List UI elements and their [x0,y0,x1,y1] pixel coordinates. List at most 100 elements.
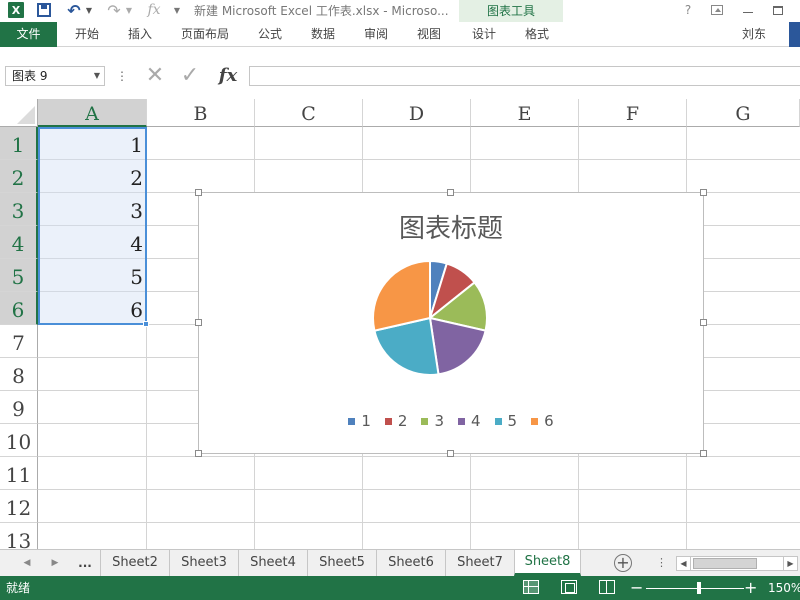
legend-item-2[interactable]: 2 [384,412,407,430]
redo-icon[interactable]: ↷ [106,0,122,20]
zoom-level[interactable]: 150% [768,576,800,600]
tab-view[interactable]: 视图 [404,22,454,47]
help-icon[interactable]: ? [680,0,696,20]
row-header-3[interactable]: 3 [0,193,38,226]
sheet-tab-sheet4[interactable]: Sheet4 [238,550,307,576]
column-header-b[interactable]: B [147,99,255,127]
minimize-icon[interactable] [740,0,756,20]
column-header-c[interactable]: C [255,99,363,127]
row-header-11[interactable]: 11 [0,457,38,490]
legend-item-1[interactable]: 1 [348,412,371,430]
sheet-tab-sheet3[interactable]: Sheet3 [169,550,238,576]
row-header-9[interactable]: 9 [0,391,38,424]
tab-home[interactable]: 开始 [62,22,112,47]
cell-a4[interactable]: 4 [39,226,143,259]
zoom-slider-thumb[interactable] [697,582,701,594]
column-header-f[interactable]: F [579,99,687,127]
avatar[interactable] [789,22,800,47]
confirm-entry-icon[interactable]: ✓ [175,64,205,88]
tab-insert[interactable]: 插入 [115,22,165,47]
cancel-entry-icon[interactable]: ✕ [140,64,170,88]
pie-slice-6[interactable] [372,259,431,332]
add-sheet-icon[interactable]: + [614,554,632,572]
ribbon-display-options-icon[interactable] [708,0,726,20]
formula-input[interactable] [249,66,800,86]
scroll-right-icon[interactable]: ▶ [783,557,797,570]
column-header-e[interactable]: E [471,99,579,127]
insert-function-icon[interactable]: fx [213,64,243,88]
row-header-10[interactable]: 10 [0,424,38,457]
legend-item-6[interactable]: 6 [531,412,554,430]
cell-a2[interactable]: 2 [39,160,143,193]
legend-label: 5 [507,412,518,430]
row-header-12[interactable]: 12 [0,490,38,523]
save-icon[interactable] [36,2,52,18]
column-header-d[interactable]: D [363,99,471,127]
zoom-in-button[interactable]: + [744,576,757,600]
legend-label: 3 [434,412,444,430]
maximize-icon[interactable] [770,0,786,20]
chevron-down-icon[interactable]: ▼ [94,67,100,85]
legend-swatch [384,417,392,425]
scroll-tabs-right-icon[interactable]: ▶ [48,550,62,576]
pie-chart[interactable]: 图表标题 123456 [195,189,707,457]
scroll-left-icon[interactable]: ◀ [677,557,691,570]
legend-item-5[interactable]: 5 [494,412,518,430]
normal-view-icon[interactable] [523,580,539,594]
legend-item-3[interactable]: 3 [421,412,444,430]
tab-split-handle[interactable]: ⋮ [656,550,667,576]
scroll-tabs-left-icon[interactable]: ◀ [20,550,34,576]
tab-review[interactable]: 审阅 [351,22,401,47]
name-box[interactable]: 图表 9 ▼ [5,66,105,86]
select-all-corner[interactable] [0,99,38,127]
redo-dropdown-icon[interactable]: ▼ [124,0,134,20]
sheet-tab-sheet8[interactable]: Sheet8 [514,550,581,576]
page-layout-view-icon[interactable] [561,580,577,594]
customize-quick-access-icon[interactable]: ▼ [172,0,182,20]
zoom-out-button[interactable]: − [630,576,643,600]
tab-formulas[interactable]: 公式 [245,22,295,47]
page-break-preview-icon[interactable] [599,580,615,594]
tab-chart-design[interactable]: 设计 [459,22,509,47]
cell-a3[interactable]: 3 [39,193,143,226]
sheet-tab-sheet2[interactable]: Sheet2 [100,550,169,576]
row-header-6[interactable]: 6 [0,292,38,325]
row-header-7[interactable]: 7 [0,325,38,358]
legend-swatch [494,417,502,425]
cell-a1[interactable]: 1 [39,127,143,160]
legend-label: 4 [471,412,481,430]
user-account-name[interactable]: 刘东 [742,22,766,47]
more-sheets-button[interactable]: ... [76,550,94,576]
cell-a6[interactable]: 6 [39,292,143,325]
legend-item-4[interactable]: 4 [458,412,481,430]
row-header-8[interactable]: 8 [0,358,38,391]
sheet-tab-sheet5[interactable]: Sheet5 [307,550,376,576]
cell-a5[interactable]: 5 [39,259,143,292]
row-header-2[interactable]: 2 [0,160,38,193]
scrollbar-thumb[interactable] [693,558,757,569]
tab-page-layout[interactable]: 页面布局 [174,22,236,47]
tab-data[interactable]: 数据 [298,22,348,47]
row-header-5[interactable]: 5 [0,259,38,292]
legend-swatch [348,417,356,425]
zoom-slider[interactable] [646,588,744,589]
worksheet-grid[interactable]: A B C D E F G 1 2 3 4 5 6 7 8 9 10 11 12… [0,99,800,549]
sheet-tab-sheet6[interactable]: Sheet6 [376,550,445,576]
row-header-1[interactable]: 1 [0,127,38,160]
column-header-a[interactable]: A [38,99,147,127]
row-header-13[interactable]: 13 [0,523,38,549]
tab-chart-format[interactable]: 格式 [512,22,562,47]
tab-file[interactable]: 文件 [0,22,57,47]
undo-icon[interactable]: ↶ [66,0,82,20]
function-quick-access-icon[interactable]: fx [146,0,162,20]
column-header-g[interactable]: G [687,99,800,127]
fill-handle[interactable] [143,321,149,327]
status-bar: 就绪 − + 150% [0,576,800,600]
row-header-4[interactable]: 4 [0,226,38,259]
chart-legend[interactable]: 1 2 3 4 5 6 [199,412,703,430]
undo-dropdown-icon[interactable]: ▼ [84,0,94,20]
legend-swatch [458,417,465,425]
sheet-tab-sheet7[interactable]: Sheet7 [445,550,514,576]
formula-bar-grip-icon[interactable]: ⋮ [116,66,128,86]
horizontal-scrollbar[interactable]: ◀ ▶ [676,556,798,571]
